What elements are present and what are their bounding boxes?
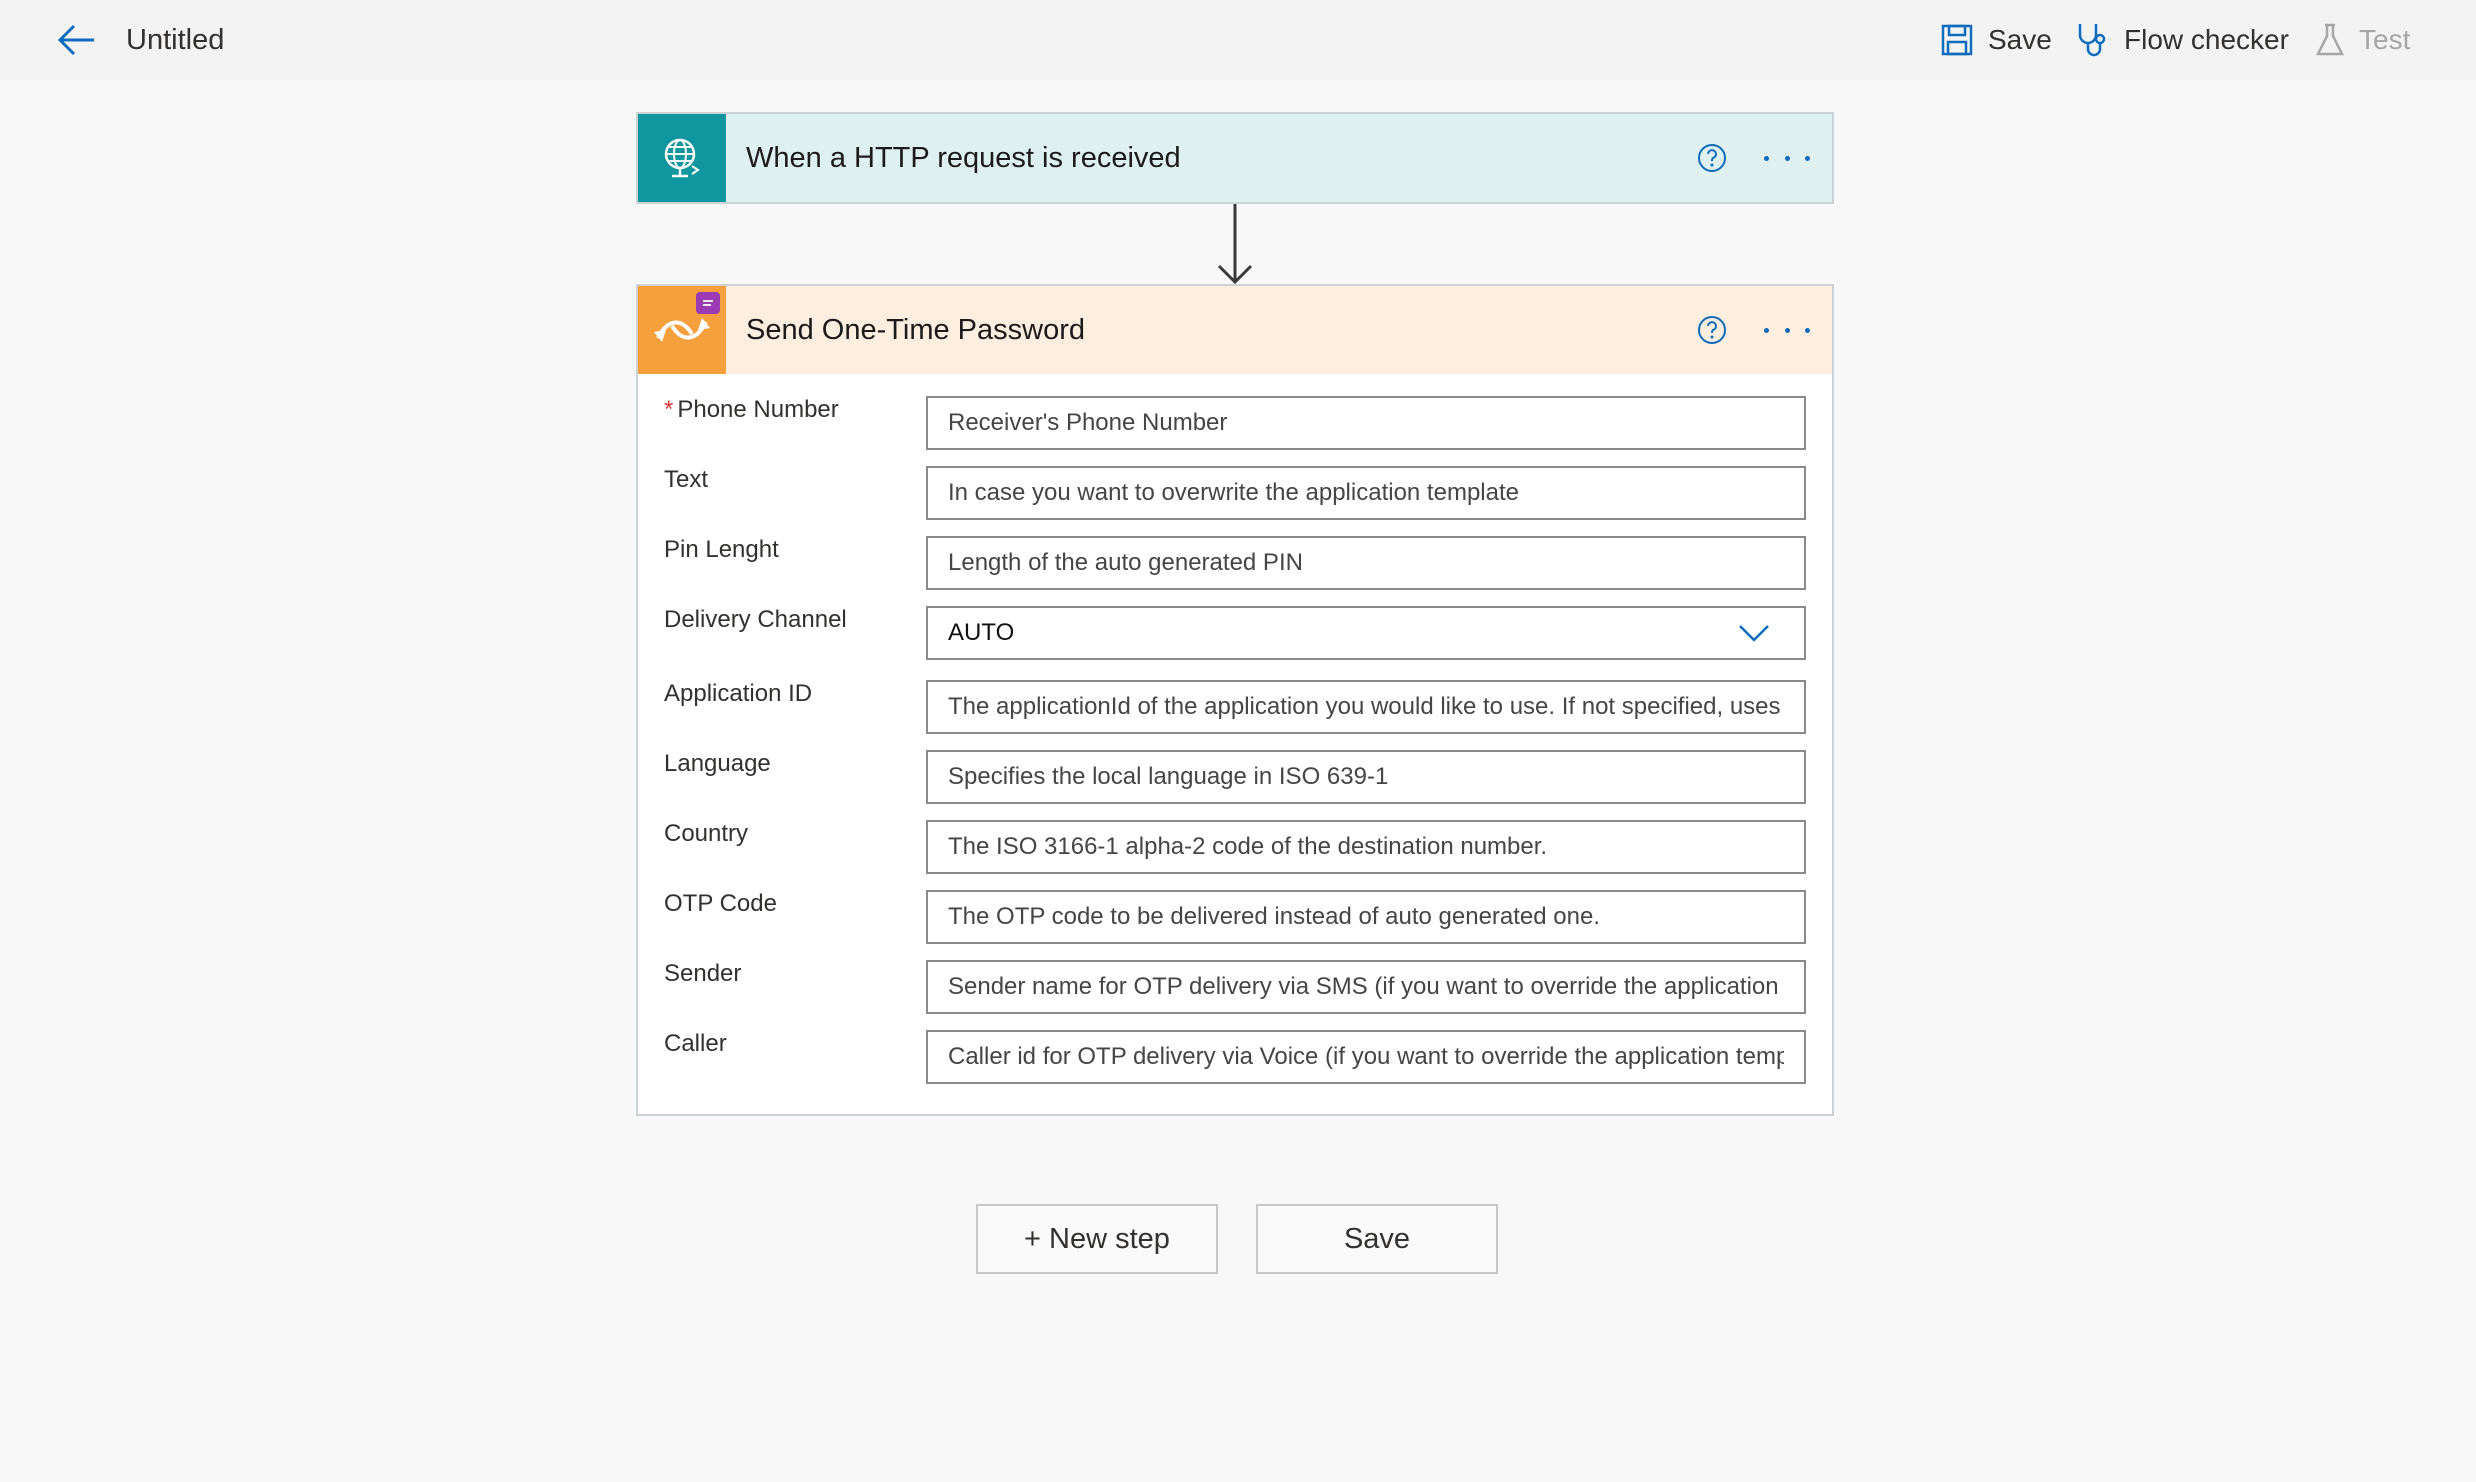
- save-button[interactable]: Save: [1256, 1204, 1498, 1274]
- field-label: OTP Code: [664, 890, 777, 917]
- action-card[interactable]: Send One-Time Password *Phone Number Tex…: [636, 284, 1834, 1116]
- back-arrow-icon[interactable]: [56, 20, 98, 60]
- stethoscope-icon: [2078, 24, 2106, 57]
- trigger-card[interactable]: When a HTTP request is received: [636, 112, 1834, 204]
- field-language: Language: [638, 746, 1832, 804]
- otp-connector-icon: [638, 286, 726, 374]
- field-pin-length: Pin Lenght: [638, 532, 1832, 590]
- chat-badge-icon: [696, 292, 720, 314]
- save-toolbar-button[interactable]: Save: [1940, 18, 2052, 62]
- help-icon[interactable]: [1696, 142, 1728, 174]
- delivery-channel-value: AUTO: [948, 619, 1015, 646]
- test-label: Test: [2359, 24, 2411, 55]
- exchange-icon: [654, 318, 710, 342]
- caller-input[interactable]: [926, 1030, 1806, 1084]
- field-label: Country: [664, 820, 749, 847]
- save-icon: [1941, 24, 1973, 56]
- help-icon[interactable]: [1696, 314, 1728, 346]
- trigger-card-header[interactable]: When a HTTP request is received: [638, 114, 1832, 202]
- language-input[interactable]: [926, 750, 1806, 804]
- required-marker: *: [664, 396, 674, 423]
- chevron-down-icon: [1739, 625, 1769, 642]
- down-arrow-icon: [1217, 204, 1253, 285]
- pin-length-input[interactable]: [926, 536, 1806, 590]
- otp-code-input[interactable]: [926, 890, 1806, 944]
- http-request-icon: [638, 114, 726, 202]
- sender-input[interactable]: [926, 960, 1806, 1014]
- action-title: Send One-Time Password: [746, 313, 1086, 346]
- globe-icon: [664, 138, 700, 178]
- country-input[interactable]: [926, 820, 1806, 874]
- new-step-button[interactable]: + New step: [976, 1204, 1218, 1274]
- field-sender: Sender: [638, 956, 1832, 1014]
- application-id-input[interactable]: [926, 680, 1806, 734]
- text-input[interactable]: [926, 466, 1806, 520]
- flow-title[interactable]: Untitled: [126, 24, 224, 57]
- field-phone-number: * Phone Number: [638, 392, 1832, 450]
- more-options-icon[interactable]: [1764, 142, 1810, 174]
- command-bar: Untitled Save Flow checker Test: [0, 0, 2476, 80]
- flow-checker-label: Flow checker: [2124, 24, 2289, 55]
- field-label: Text: [664, 466, 709, 493]
- field-label: Language: [664, 750, 771, 777]
- more-options-icon[interactable]: [1764, 314, 1810, 346]
- field-country: Country: [638, 816, 1832, 874]
- save-toolbar-label: Save: [1988, 24, 2052, 55]
- field-label: Caller: [664, 1030, 727, 1057]
- field-label: Sender: [664, 960, 742, 987]
- delivery-channel-select[interactable]: AUTO: [926, 606, 1806, 660]
- flow-checker-button[interactable]: Flow checker: [2074, 18, 2289, 62]
- field-text: Text: [638, 462, 1832, 520]
- field-label: Pin Lenght: [664, 536, 779, 563]
- flask-icon: [2315, 23, 2345, 56]
- field-label: Delivery Channel: [664, 606, 847, 633]
- field-delivery-channel: Delivery Channel AUTO: [638, 602, 1832, 660]
- field-label: * Phone Number: [664, 396, 839, 423]
- phone-number-input[interactable]: [926, 396, 1806, 450]
- field-label: Application ID: [664, 680, 813, 707]
- field-caller: Caller: [638, 1026, 1832, 1084]
- field-application-id: Application ID: [638, 676, 1832, 734]
- action-card-header[interactable]: Send One-Time Password: [638, 286, 1832, 374]
- field-otp-code: OTP Code: [638, 886, 1832, 944]
- trigger-title: When a HTTP request is received: [746, 141, 1181, 174]
- test-button[interactable]: Test: [2315, 18, 2410, 62]
